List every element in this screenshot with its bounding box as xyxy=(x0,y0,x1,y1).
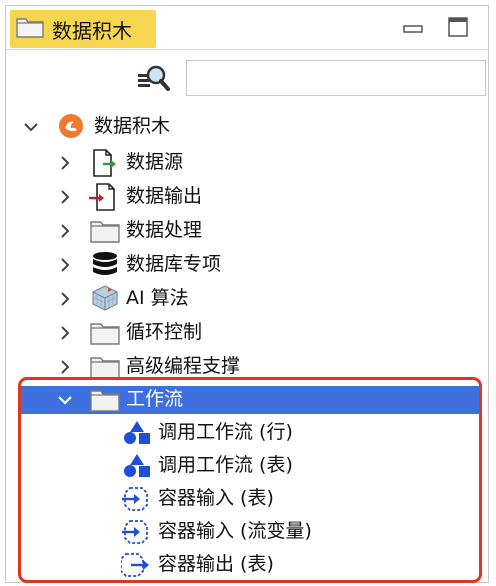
tree-leaf-container-input-variable[interactable]: 容器输入 (流变量) xyxy=(6,515,488,548)
tree-item-label: AI 算法 xyxy=(126,287,189,309)
tree-leaf-call-workflow-table[interactable]: 调用工作流 (表) xyxy=(6,449,488,482)
maximize-button[interactable] xyxy=(448,17,468,41)
tree-item-advanced-programming[interactable]: 高级编程支撑 xyxy=(6,350,488,383)
tree-leaf-label: 容器输入 (流变量) xyxy=(158,520,312,542)
folder-icon xyxy=(16,16,44,42)
tree-item-ai-algorithm[interactable]: AI 算法 xyxy=(6,282,488,315)
ai-cube-icon xyxy=(90,284,118,311)
chevron-right-icon[interactable] xyxy=(58,292,72,306)
tree-leaf-container-input-table[interactable]: 容器输入 (表) xyxy=(6,482,488,515)
panel-title-tab[interactable]: 数据积木 xyxy=(10,10,156,48)
tree-leaf-container-output-table[interactable]: 容器输出 (表) xyxy=(6,548,488,581)
tree-item-workflow[interactable]: 工作流 xyxy=(20,386,480,414)
data-output-icon xyxy=(88,183,115,211)
tree-leaf-call-workflow-row[interactable]: 调用工作流 (行) xyxy=(6,416,488,449)
chevron-right-icon[interactable] xyxy=(58,326,72,340)
tree-leaf-label: 容器输出 (表) xyxy=(158,553,274,575)
panel-title: 数据积木 xyxy=(52,18,132,43)
tree-item-data-output[interactable]: 数据输出 xyxy=(6,180,488,213)
chevron-right-icon[interactable] xyxy=(58,190,72,204)
tree-item-label: 数据输出 xyxy=(126,185,203,207)
container-input-icon xyxy=(121,485,148,511)
search-input[interactable] xyxy=(186,60,486,96)
shapes-icon xyxy=(123,453,150,479)
panel-titlebar: 数据积木 xyxy=(6,6,488,50)
folder-icon xyxy=(90,321,120,347)
container-output-icon xyxy=(120,551,149,577)
search-icon[interactable] xyxy=(136,64,170,98)
chevron-down-icon[interactable] xyxy=(58,393,72,407)
data-blocks-logo-icon xyxy=(58,113,84,139)
container-input-icon xyxy=(121,518,148,544)
tree-item-data-source[interactable]: 数据源 xyxy=(6,146,488,179)
tree-item-data-processing[interactable]: 数据处理 xyxy=(6,214,488,247)
tree-item-label: 数据库专项 xyxy=(126,253,222,275)
search-row xyxy=(6,54,488,104)
shapes-icon xyxy=(123,420,150,446)
tree-item-label: 高级编程支撑 xyxy=(126,355,241,377)
tree-item-label: 工作流 xyxy=(126,388,184,410)
chevron-right-icon[interactable] xyxy=(58,360,72,374)
chevron-down-icon[interactable] xyxy=(24,120,38,134)
node-repository-panel: 数据积木 数据积木 数据源 数据输出 数据处理 数据库专项 AI 算法 循环控制… xyxy=(5,5,489,583)
chevron-right-icon[interactable] xyxy=(58,224,72,238)
minimize-button[interactable] xyxy=(403,20,423,39)
folder-icon xyxy=(90,355,120,381)
data-source-icon xyxy=(90,149,116,177)
tree-leaf-label: 调用工作流 (表) xyxy=(158,454,293,476)
tree-item-database[interactable]: 数据库专项 xyxy=(6,248,488,281)
database-icon xyxy=(92,251,118,277)
chevron-right-icon[interactable] xyxy=(58,258,72,272)
tree-root-label: 数据积木 xyxy=(94,115,171,137)
tree-item-label: 循环控制 xyxy=(126,321,203,343)
tree-leaf-label: 容器输入 (表) xyxy=(158,487,274,509)
tree-item-loop-control[interactable]: 循环控制 xyxy=(6,316,488,349)
tree-root[interactable]: 数据积木 xyxy=(6,110,488,143)
folder-icon xyxy=(90,388,120,414)
chevron-right-icon[interactable] xyxy=(58,156,72,170)
folder-icon xyxy=(90,219,120,245)
tree-item-label: 数据处理 xyxy=(126,219,203,241)
tree-leaf-label: 调用工作流 (行) xyxy=(158,421,293,443)
tree-item-label: 数据源 xyxy=(126,151,184,173)
